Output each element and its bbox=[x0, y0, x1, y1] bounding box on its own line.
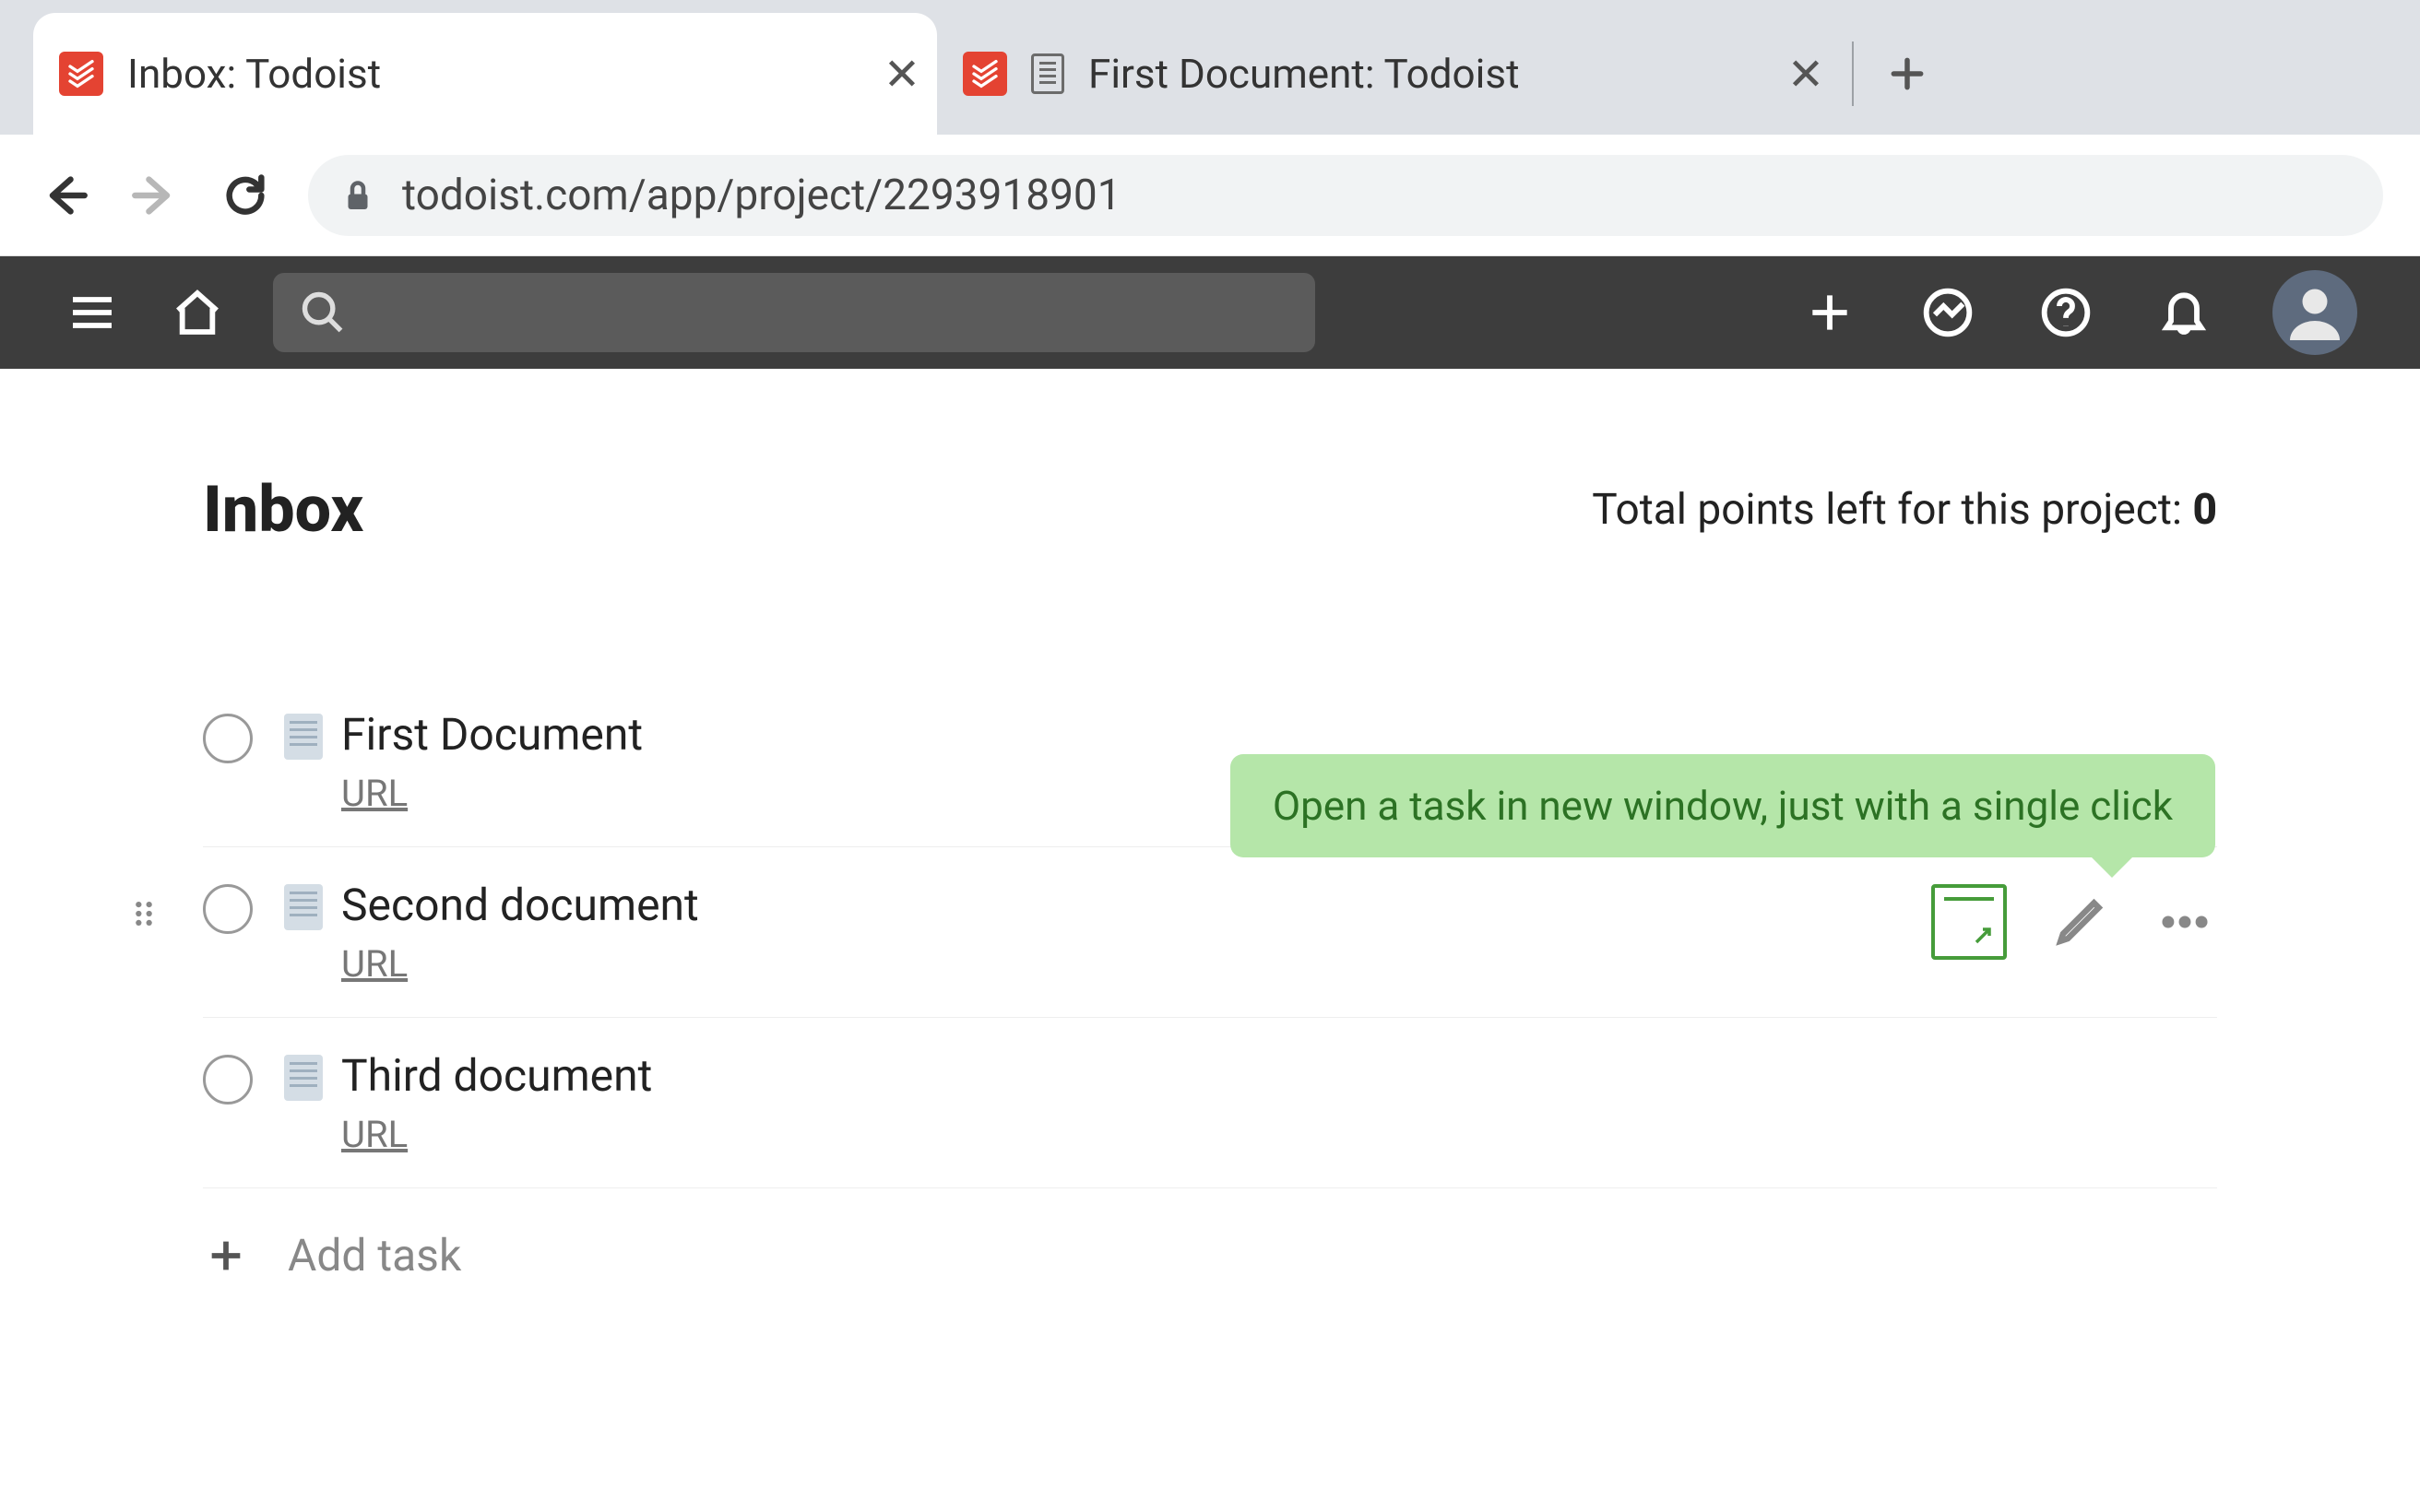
task-row[interactable]: Third document URL bbox=[203, 1018, 2217, 1188]
page-header: Inbox Total points left for this project… bbox=[203, 472, 2217, 548]
notifications-icon[interactable] bbox=[2154, 283, 2213, 342]
avatar[interactable] bbox=[2272, 270, 2357, 355]
task-title: First Document bbox=[341, 708, 2217, 761]
lock-icon bbox=[341, 175, 374, 216]
tab-separator bbox=[1852, 41, 1854, 106]
points-label: Total points left for this project: bbox=[1592, 485, 2192, 535]
open-new-window-button[interactable] bbox=[1931, 884, 2007, 960]
document-icon bbox=[284, 1055, 323, 1101]
task-title: Second document bbox=[341, 879, 1909, 931]
task-checkbox[interactable] bbox=[203, 714, 253, 763]
tooltip: Open a task in new window, just with a s… bbox=[1230, 754, 2215, 857]
points-value: 0 bbox=[2192, 485, 2217, 535]
document-icon bbox=[284, 714, 323, 760]
task-url-link[interactable]: URL bbox=[341, 1113, 408, 1156]
help-icon[interactable] bbox=[2036, 283, 2095, 342]
close-tab-button[interactable]: ✕ bbox=[1789, 57, 1822, 90]
task-title: Third document bbox=[341, 1049, 2217, 1102]
search-icon bbox=[299, 289, 347, 337]
new-tab-button[interactable] bbox=[1880, 46, 1935, 101]
task-checkbox[interactable] bbox=[203, 1055, 253, 1104]
task-actions bbox=[1931, 884, 2217, 960]
task-body: Third document URL bbox=[341, 1049, 2217, 1156]
tab-title: First Document: Todoist bbox=[1088, 50, 1765, 98]
tab-title: Inbox: Todoist bbox=[127, 50, 861, 98]
add-task-label: Add task bbox=[288, 1229, 461, 1282]
home-icon[interactable] bbox=[168, 283, 227, 342]
task-url-link[interactable]: URL bbox=[341, 772, 408, 815]
project-points: Total points left for this project: 0 bbox=[1592, 485, 2217, 535]
more-options-icon[interactable] bbox=[2153, 890, 2217, 954]
browser-tab-active[interactable]: Inbox: Todoist ✕ bbox=[33, 13, 937, 135]
close-tab-button[interactable]: ✕ bbox=[885, 57, 919, 90]
browser-toolbar: todoist.com/app/project/2293918901 bbox=[0, 135, 2420, 256]
menu-icon[interactable] bbox=[63, 283, 122, 342]
task-checkbox[interactable] bbox=[203, 884, 253, 934]
add-task-button[interactable]: Add task bbox=[203, 1188, 2217, 1322]
task-row[interactable]: Second document URL bbox=[203, 847, 2217, 1018]
task-body: Second document URL bbox=[341, 879, 1909, 986]
search-input[interactable] bbox=[273, 273, 1315, 352]
browser-tab-inactive[interactable]: First Document: Todoist ✕ bbox=[937, 13, 1841, 135]
document-icon bbox=[1031, 53, 1064, 94]
add-task-icon[interactable] bbox=[1800, 283, 1859, 342]
back-button[interactable] bbox=[37, 168, 92, 223]
url-text: todoist.com/app/project/2293918901 bbox=[402, 171, 1121, 220]
reload-button[interactable] bbox=[218, 168, 273, 223]
todoist-favicon bbox=[963, 52, 1007, 96]
task-url-link[interactable]: URL bbox=[341, 942, 408, 986]
productivity-icon[interactable] bbox=[1918, 283, 1977, 342]
app-header bbox=[0, 256, 2420, 369]
address-bar[interactable]: todoist.com/app/project/2293918901 bbox=[308, 155, 2383, 236]
forward-button[interactable] bbox=[127, 168, 183, 223]
header-right bbox=[1800, 270, 2357, 355]
edit-task-button[interactable] bbox=[2047, 890, 2112, 954]
page-title: Inbox bbox=[203, 472, 363, 548]
drag-handle-icon[interactable] bbox=[124, 893, 164, 934]
plus-icon bbox=[203, 1233, 249, 1279]
tooltip-text: Open a task in new window, just with a s… bbox=[1273, 782, 2173, 830]
browser-chrome: Inbox: Todoist ✕ First Document: Todoist… bbox=[0, 0, 2420, 256]
document-icon bbox=[284, 884, 323, 930]
browser-tab-bar: Inbox: Todoist ✕ First Document: Todoist… bbox=[0, 0, 2420, 135]
todoist-favicon bbox=[59, 52, 103, 96]
